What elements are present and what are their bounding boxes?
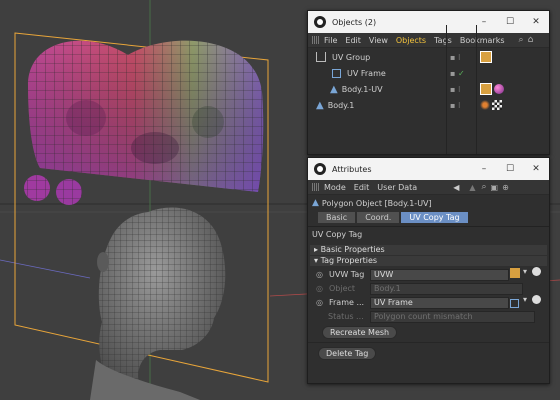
- polygon-object-icon: ▲: [330, 83, 338, 95]
- menu-view[interactable]: View: [369, 36, 388, 45]
- menu-bookmarks[interactable]: Bookmarks: [460, 36, 505, 45]
- menu-objects[interactable]: Objects: [396, 36, 426, 45]
- expand-arrow-icon[interactable]: ▸: [314, 245, 318, 254]
- z-axis-line: [0, 259, 91, 279]
- attributes-window: Attributes – ☐ ✕ Mode Edit User Data ◀ ▲…: [307, 157, 550, 384]
- uv-copy-tag-icon[interactable]: [480, 83, 492, 95]
- animate-toggle-icon[interactable]: ◎: [316, 298, 323, 307]
- phong-tag-icon[interactable]: [480, 100, 490, 110]
- object-link-field: Body.1: [370, 283, 523, 295]
- attribute-tabs: Basic Coord. UV Copy Tag: [308, 209, 549, 225]
- menu-edit[interactable]: Edit: [354, 183, 370, 192]
- home-icon[interactable]: ⌂: [528, 35, 534, 45]
- objects-window-title: Objects (2): [332, 17, 377, 27]
- tag-properties-group[interactable]: ▾ Tag Properties: [310, 256, 547, 266]
- polygon-object-icon: ▲: [316, 99, 324, 111]
- menu-file[interactable]: File: [324, 36, 337, 45]
- object-name: UV Group: [332, 52, 371, 62]
- animate-toggle-icon: ◎: [316, 283, 323, 293]
- object-row-uv-frame[interactable]: UV Frame: [308, 65, 446, 81]
- collapse-arrow-icon[interactable]: ▾: [314, 256, 318, 265]
- uv-tag-icon[interactable]: [480, 51, 492, 63]
- animate-toggle-icon[interactable]: ◎: [316, 270, 323, 279]
- attributes-window-title: Attributes: [332, 164, 372, 174]
- visibility-column: ▪ ⁝ ▪ ✓ ▪ ⁝ ▪ ⁝: [450, 53, 472, 113]
- tag-drop-icon[interactable]: [510, 268, 520, 278]
- field-label: Status ...: [328, 311, 364, 321]
- field-label: Object: [328, 283, 356, 293]
- object-row-body[interactable]: ▲ Body.1: [308, 97, 446, 113]
- basic-properties-group[interactable]: ▸ Basic Properties: [310, 245, 547, 255]
- menu-edit[interactable]: Edit: [345, 36, 361, 45]
- recreate-mesh-button[interactable]: Recreate Mesh: [322, 326, 398, 339]
- menu-tags[interactable]: Tags: [434, 36, 452, 45]
- menu-user-data[interactable]: User Data: [377, 183, 417, 192]
- field-label: Frame ...: [328, 297, 365, 307]
- maximize-button[interactable]: ☐: [497, 164, 523, 174]
- frame-link-field[interactable]: UV Frame: [370, 297, 509, 309]
- object-name: Body.1-UV: [341, 84, 383, 94]
- visibility-toggle-icon[interactable]: ▪ ⁝: [450, 53, 472, 69]
- minimize-button[interactable]: –: [471, 164, 497, 174]
- tag-title: UV Copy Tag: [312, 229, 363, 239]
- close-button[interactable]: ✕: [523, 164, 549, 174]
- status-field: Polygon count mismatch: [370, 311, 535, 323]
- close-button[interactable]: ✕: [523, 17, 549, 27]
- plane-object-icon[interactable]: [510, 299, 519, 308]
- checker-tag-icon[interactable]: [492, 100, 502, 110]
- link-menu-icon[interactable]: ▾: [523, 295, 527, 304]
- material-tag-icon[interactable]: [494, 84, 504, 94]
- grip-icon[interactable]: [312, 36, 320, 44]
- grip-icon[interactable]: [312, 183, 320, 191]
- objects-window: Objects (2) – ☐ ✕ File Edit View Objects…: [307, 10, 550, 155]
- search-icon[interactable]: ⌕: [519, 35, 524, 45]
- object-name: Body.1: [327, 100, 355, 110]
- clear-link-icon[interactable]: [532, 295, 541, 304]
- attributes-menubar: Mode Edit User Data ◀ ▲ ⌕ ▣ ⊕: [308, 180, 549, 195]
- maximize-button[interactable]: ☐: [497, 17, 523, 27]
- field-label: UVW Tag: [328, 269, 365, 279]
- tab-coord[interactable]: Coord.: [357, 211, 400, 223]
- new-panel-icon[interactable]: ⊕: [502, 183, 509, 192]
- object-row-uv-group[interactable]: UV Group: [308, 49, 446, 65]
- up-arrow-icon[interactable]: ▲: [469, 183, 475, 192]
- search-icon[interactable]: ⌕: [482, 182, 487, 192]
- tags-column: [480, 49, 540, 113]
- plane-object-icon: [332, 68, 341, 78]
- back-arrow-icon[interactable]: ◀: [453, 183, 459, 192]
- delete-tag-button[interactable]: Delete Tag: [318, 347, 377, 360]
- lock-icon[interactable]: ▣: [491, 183, 499, 192]
- object-row-body-uv[interactable]: ▲ Body.1-UV: [308, 81, 446, 97]
- tab-basic[interactable]: Basic: [318, 211, 356, 223]
- attributes-titlebar[interactable]: Attributes – ☐ ✕: [308, 158, 549, 180]
- visibility-toggle-icon[interactable]: ▪ ⁝: [450, 101, 472, 117]
- objects-titlebar[interactable]: Objects (2) – ☐ ✕: [308, 11, 549, 33]
- object-name: UV Frame: [347, 68, 386, 78]
- visibility-toggle-icon[interactable]: ▪ ✓: [450, 69, 472, 85]
- link-menu-icon[interactable]: ▾: [523, 267, 527, 276]
- minimize-button[interactable]: –: [471, 17, 497, 27]
- cinema4d-logo-icon: [314, 16, 326, 28]
- object-title: Polygon Object [Body.1-UV]: [321, 198, 432, 208]
- menu-mode[interactable]: Mode: [324, 183, 346, 192]
- null-object-icon: [316, 52, 326, 62]
- clear-link-icon[interactable]: [532, 267, 541, 276]
- tab-uv-copy-tag[interactable]: UV Copy Tag: [401, 211, 468, 223]
- visibility-toggle-icon[interactable]: ▪ ⁝: [450, 85, 472, 101]
- head-model: [90, 207, 226, 400]
- polygon-object-icon: ▲: [312, 198, 319, 208]
- objects-menubar: File Edit View Objects Tags Bookmarks ⌕ …: [308, 33, 549, 48]
- cinema4d-logo-icon: [314, 163, 326, 175]
- uvw-tag-link-field[interactable]: UVW: [370, 269, 509, 281]
